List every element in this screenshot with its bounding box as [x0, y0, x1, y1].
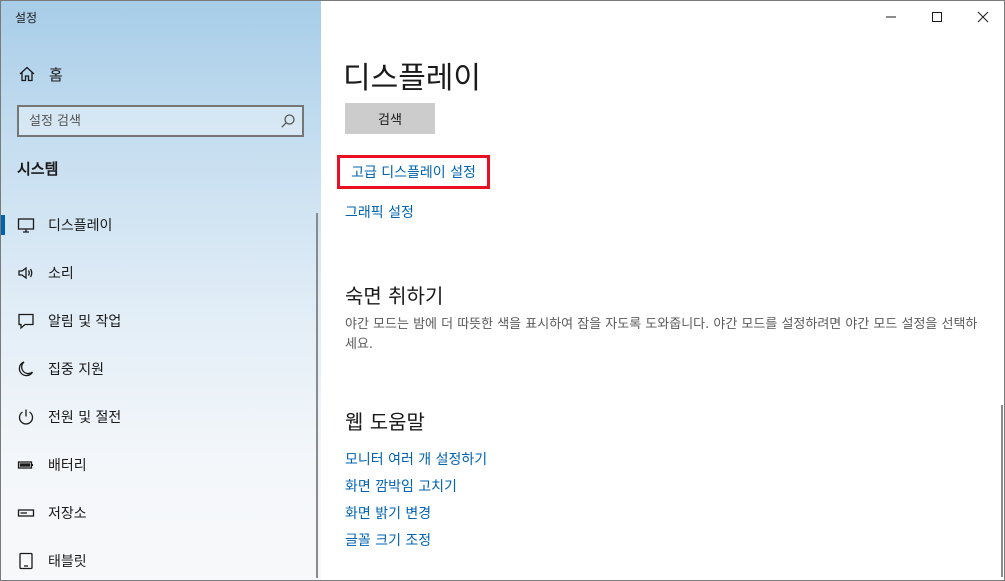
help-link-screen-flicker[interactable]: 화면 깜박임 고치기 [345, 476, 457, 496]
sidebar: 설정 홈 시스템 [1, 1, 321, 580]
sidebar-item-label: 전원 및 절전 [48, 410, 122, 426]
moon-icon [17, 360, 35, 378]
sidebar-item-label: 집중 지원 [48, 362, 104, 378]
notification-icon [17, 312, 35, 330]
search-icon[interactable] [280, 113, 296, 129]
web-help-title: 웹 도움말 [345, 410, 425, 434]
battery-icon [17, 456, 35, 474]
settings-window: 설정 홈 시스템 [0, 0, 1005, 581]
sidebar-scrollbar[interactable] [316, 213, 318, 578]
advanced-display-settings-link[interactable]: 고급 디스플레이 설정 [337, 155, 490, 189]
maximize-button[interactable] [914, 1, 960, 33]
page-title: 디스플레이 [343, 61, 481, 96]
sidebar-item-notifications[interactable]: 알림 및 작업 [1, 297, 317, 345]
sidebar-item-display[interactable]: 디스플레이 [1, 201, 317, 249]
graphics-settings-link[interactable]: 그래픽 설정 [345, 202, 414, 222]
speaker-icon [17, 264, 35, 282]
maximize-icon [932, 12, 942, 22]
sleep-section-description: 야간 모드는 밤에 더 따뜻한 색을 표시하여 잠을 자도록 도와줍니다. 야간… [345, 317, 978, 352]
sidebar-item-label: 배터리 [48, 458, 87, 474]
window-controls [868, 1, 1004, 33]
main-content: 디스플레이 검색 고급 디스플레이 설정 그래픽 설정 숙면 취하기 야간 모드… [321, 1, 1004, 580]
section-title-system: 시스템 [17, 160, 59, 178]
sidebar-item-storage[interactable]: 저장소 [1, 489, 317, 537]
close-icon [977, 11, 989, 23]
window-title: 설정 [15, 11, 38, 25]
home-label: 홈 [49, 66, 63, 84]
settings-search-input[interactable] [19, 107, 269, 135]
search-button[interactable]: 검색 [345, 103, 435, 134]
help-link-multiple-monitors[interactable]: 모니터 여러 개 설정하기 [345, 449, 487, 469]
sidebar-item-tablet[interactable]: 태블릿 [1, 537, 317, 580]
advanced-display-settings-label: 고급 디스플레이 설정 [351, 165, 476, 181]
home-icon [18, 65, 36, 83]
help-link-brightness[interactable]: 화면 밝기 변경 [345, 503, 431, 523]
sleep-section-title: 숙면 취하기 [345, 284, 444, 308]
monitor-icon [17, 216, 35, 234]
sidebar-home[interactable]: 홈 [1, 57, 321, 91]
minimize-button[interactable] [868, 1, 914, 33]
sidebar-item-label: 디스플레이 [48, 218, 113, 234]
storage-icon [17, 504, 35, 522]
main-scrollbar[interactable] [1001, 405, 1003, 577]
close-button[interactable] [960, 1, 1004, 33]
sidebar-item-sound[interactable]: 소리 [1, 249, 317, 297]
sidebar-item-focus-assist[interactable]: 집중 지원 [1, 345, 317, 393]
settings-search-box[interactable] [17, 105, 304, 137]
power-icon [17, 408, 35, 426]
tablet-icon [17, 552, 35, 570]
sidebar-item-label: 태블릿 [48, 554, 87, 570]
sidebar-item-battery[interactable]: 배터리 [1, 441, 317, 489]
sidebar-item-label: 알림 및 작업 [48, 314, 122, 330]
sidebar-item-power[interactable]: 전원 및 절전 [1, 393, 317, 441]
help-link-font-size[interactable]: 글꼴 크기 조정 [345, 530, 431, 550]
sidebar-item-label: 소리 [48, 266, 74, 282]
sidebar-item-label: 저장소 [48, 506, 87, 522]
minimize-icon [886, 16, 896, 18]
